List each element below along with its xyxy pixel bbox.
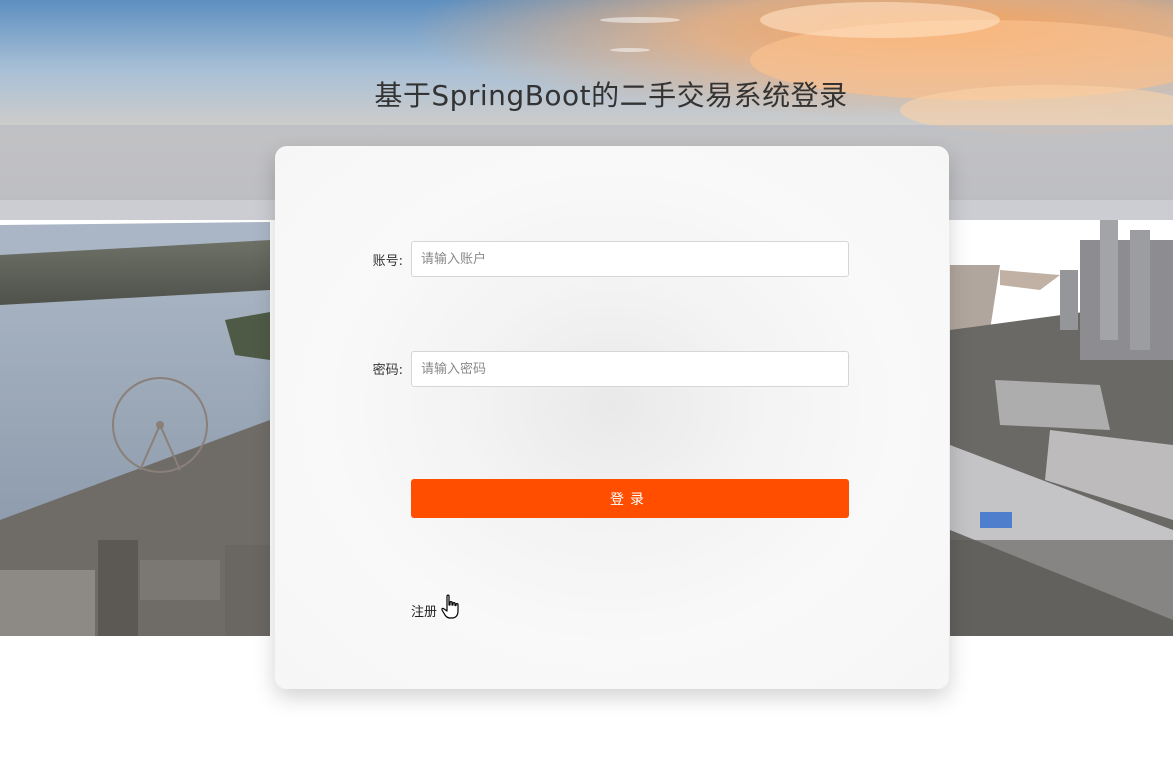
login-button[interactable]: 登录 — [411, 479, 849, 518]
login-card: 账号: 密码: 登录 注册 — [275, 146, 949, 689]
page-title: 基于SpringBoot的二手交易系统登录 — [374, 79, 848, 112]
password-input[interactable] — [411, 351, 849, 387]
account-label: 账号: — [372, 254, 403, 269]
password-label: 密码: — [372, 363, 403, 378]
account-input[interactable] — [411, 241, 849, 277]
register-link[interactable]: 注册 — [411, 601, 437, 620]
